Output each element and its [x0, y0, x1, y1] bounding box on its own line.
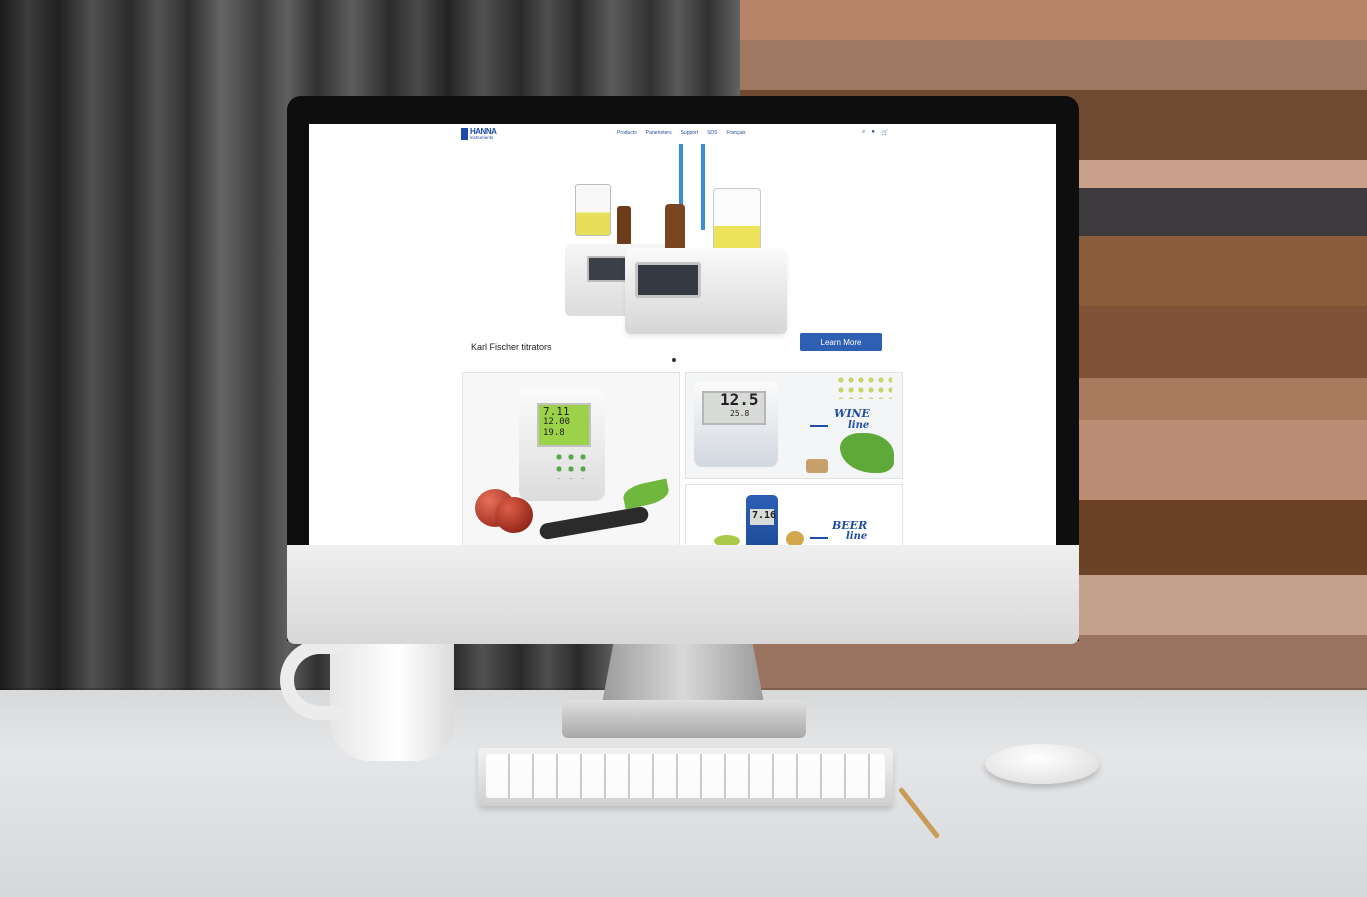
header-icons: ⌕ ● 🛒: [862, 129, 888, 136]
wine-reading: 12.5: [720, 390, 759, 409]
leaf: [621, 478, 671, 510]
keyboard-keys: [486, 754, 885, 798]
tile-wine-line[interactable]: 12.5 25.8 WINE line: [685, 372, 903, 479]
beer-grain: [786, 531, 804, 545]
wine-sub-reading: 25.8: [730, 409, 750, 418]
tile-meter-apples[interactable]: 7.11 12.00 19.8: [462, 372, 680, 545]
nav-item-products[interactable]: Products: [617, 130, 637, 136]
carousel-dot[interactable]: [672, 358, 676, 362]
hero-title: Karl Fischer titrators: [471, 342, 552, 352]
wine-logo-wave: [810, 409, 828, 427]
keyboard: [478, 748, 893, 806]
beer-reading: 7.16: [752, 510, 777, 521]
beer-label-2: line: [846, 531, 868, 542]
photo-scene: HANNA instruments Products Parameters Su…: [0, 0, 1367, 897]
nav-item-francais[interactable]: Français: [726, 130, 745, 136]
logo-sub: instruments: [470, 134, 494, 140]
apple-2: [495, 497, 533, 533]
titrator-right-glass: [713, 188, 761, 252]
beer-hops: [714, 535, 740, 545]
hero-banner: Karl Fischer titrators Learn More: [309, 144, 1056, 367]
nav-item-parameters[interactable]: Parameters: [646, 130, 672, 136]
meter-reading-2: 12.00: [543, 417, 571, 427]
cork: [806, 459, 828, 473]
grapes: [836, 375, 892, 399]
titrator-left-glass: [575, 184, 611, 236]
monitor-stand-base: [562, 700, 806, 738]
titrator-right-display: [635, 262, 701, 298]
meter-reading-3: 19.8: [543, 428, 565, 438]
titrator-tubes-2: [701, 144, 705, 230]
nav-item-sds[interactable]: SDS: [707, 130, 717, 136]
learn-more-button[interactable]: Learn More: [800, 333, 882, 351]
meter-buttons: [553, 451, 589, 479]
hanna-logo[interactable]: HANNA instruments: [461, 127, 507, 141]
mouse: [985, 744, 1099, 784]
vine-leaf: [840, 433, 894, 473]
beer-logo-wave: [810, 523, 828, 539]
cart-icon[interactable]: 🛒: [881, 129, 888, 136]
titrator-right-bottle: [665, 204, 685, 250]
wine-label-2: line: [848, 420, 870, 431]
logo-mark: [461, 128, 468, 140]
titrator-right-image: [625, 144, 799, 334]
tile-beer-line[interactable]: 7.16 BEER line: [685, 484, 903, 545]
wine-label-1: WINE: [834, 407, 870, 420]
site-header: HANNA instruments Products Parameters Su…: [309, 124, 1056, 145]
search-icon[interactable]: ⌕: [862, 129, 865, 136]
monitor-chin: [287, 545, 1079, 644]
user-icon[interactable]: ●: [871, 129, 875, 136]
main-nav: Products Parameters Support SDS Français: [617, 130, 746, 136]
nav-item-support[interactable]: Support: [681, 130, 699, 136]
monitor-screen: HANNA instruments Products Parameters Su…: [309, 124, 1056, 545]
probe: [538, 505, 650, 541]
logo-text: HANNA instruments: [470, 127, 497, 141]
